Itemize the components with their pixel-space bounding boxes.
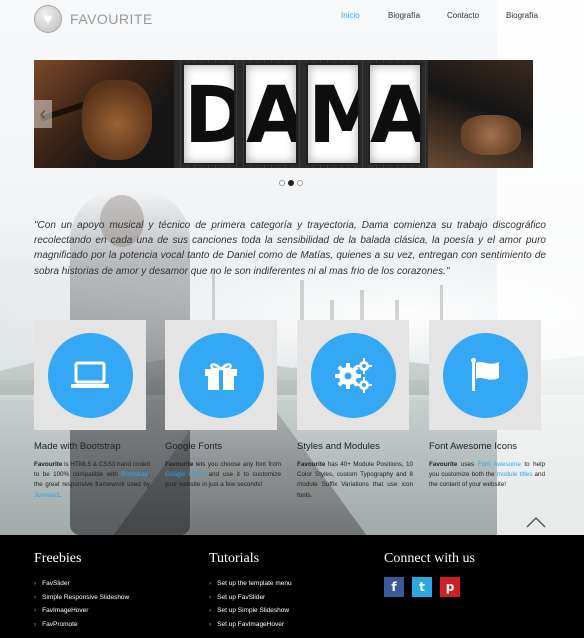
footer-heading: Freebies: [34, 551, 82, 566]
footer-tutorials: Tutorials › Set up the template menu › Set…: [209, 551, 292, 631]
slider-dot[interactable]: [297, 180, 303, 186]
chevron-right-icon: ›: [209, 593, 212, 601]
footer-link[interactable]: › Simple Responsive Slideshow: [34, 591, 129, 605]
feature-title: Google Fonts: [165, 441, 223, 452]
feature-link[interactable]: Font Awesome: [478, 461, 521, 468]
feature-link[interactable]: Joomla!3: [34, 492, 60, 499]
slider-dot-active[interactable]: [288, 180, 294, 186]
feature-link[interactable]: Google Fonts: [165, 471, 205, 478]
flag-icon: [442, 332, 528, 418]
chevron-left-icon: ‹: [39, 103, 47, 125]
footer-heading: Connect with us: [384, 551, 475, 566]
footer-link[interactable]: › Set up Simple Slideshow: [209, 604, 292, 618]
feature-tile[interactable]: [165, 320, 277, 430]
footer-link[interactable]: › FavPromote: [34, 618, 129, 632]
footer-link[interactable]: › Set up the template menu: [209, 577, 292, 591]
feature-font-awesome: Font Awesome Icons Favourite uses Font A…: [429, 320, 545, 491]
feature-link[interactable]: Bootstrap: [121, 471, 148, 478]
site-footer: Freebies › FavSlider › Simple Responsive S…: [0, 535, 584, 638]
banner-letter: A: [368, 63, 422, 165]
chevron-right-icon: ›: [209, 580, 212, 587]
nav-item-contacto[interactable]: Contacto: [447, 11, 479, 20]
intro-quote: "Con un apoyo musical y técnico de prime…: [34, 220, 546, 277]
footer-link[interactable]: › Set up FavImageHover: [209, 618, 292, 632]
back-to-top-button[interactable]: [525, 515, 547, 529]
site-header: ♥ FAVOURITE Inicio Biografía Contacto Bi…: [0, 0, 584, 40]
chevron-right-icon: ›: [34, 580, 37, 587]
slider-dot[interactable]: [279, 180, 285, 186]
chevron-up-icon: [526, 516, 546, 528]
chevron-right-icon: ›: [34, 607, 37, 614]
footer-connect: Connect with us f t p: [384, 551, 475, 597]
pinterest-icon[interactable]: p: [440, 577, 460, 597]
feature-text: Favourite lets you choose any font from …: [165, 461, 281, 489]
nav-item-inicio[interactable]: Inicio: [341, 11, 360, 20]
slide-photo-arm: [428, 60, 533, 168]
feature-title: Font Awesome Icons: [429, 441, 518, 452]
feature-google-fonts: Google Fonts Favourite lets you choose a…: [165, 320, 281, 491]
gears-icon: [310, 332, 396, 418]
chevron-right-icon: ›: [34, 620, 37, 628]
footer-freebies: Freebies › FavSlider › Simple Responsive S…: [34, 551, 129, 631]
feature-tile[interactable]: [297, 320, 409, 430]
nav-item-biografia-2[interactable]: Biografía: [506, 11, 538, 20]
footer-heading: Tutorials: [209, 551, 260, 566]
chevron-right-icon: ›: [532, 103, 540, 125]
banner-letters: D A M A: [182, 63, 422, 165]
chevron-right-icon: ›: [34, 593, 37, 601]
laptop-icon: [47, 332, 133, 418]
feature-text: Favourite uses Font Awesome to help you …: [429, 461, 545, 489]
footer-link[interactable]: › Set up FavSlider: [209, 591, 292, 605]
slider-next-button[interactable]: ›: [527, 100, 545, 128]
banner-letter: D: [182, 63, 236, 165]
gift-icon: [178, 332, 264, 418]
slider-prev-button[interactable]: ‹: [34, 100, 52, 128]
feature-styles-modules: Styles and Modules Favourite has 40+ Mod…: [297, 320, 413, 501]
twitter-icon[interactable]: t: [412, 577, 432, 597]
chevron-right-icon: ›: [209, 607, 212, 614]
chevron-right-icon: ›: [209, 620, 212, 628]
feature-tile[interactable]: [429, 320, 541, 430]
slide-photo-guitar: [34, 60, 174, 168]
feature-text: Favourite has 40+ Module Positions, 10 C…: [297, 461, 413, 499]
facebook-icon[interactable]: f: [384, 577, 404, 597]
slider-pagination: [279, 180, 303, 186]
main-nav: Inicio Biografía Contacto Biografía: [0, 11, 584, 27]
social-links: f t p: [384, 577, 475, 597]
image-slider[interactable]: D A M A: [34, 60, 533, 168]
banner-letter: M: [306, 63, 360, 165]
footer-link[interactable]: › FavSlider: [34, 577, 129, 591]
feature-bootstrap: Made with Bootstrap Favourite is HTML5 &…: [34, 320, 150, 501]
footer-link[interactable]: › FavImageHover: [34, 604, 129, 618]
feature-tile[interactable]: [34, 320, 146, 430]
feature-title: Styles and Modules: [297, 441, 380, 452]
feature-link[interactable]: module titles: [497, 471, 533, 478]
feature-title: Made with Bootstrap: [34, 441, 121, 452]
feature-text: Favourite is HTML5 & CSS3 hand coded to …: [34, 461, 150, 499]
banner-letter: A: [244, 63, 298, 165]
nav-item-biografia[interactable]: Biografía: [388, 11, 420, 20]
